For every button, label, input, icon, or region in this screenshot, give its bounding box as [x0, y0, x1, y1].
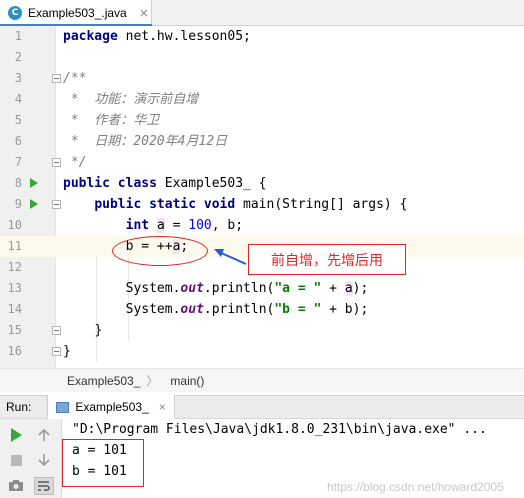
code-token: a [156, 218, 165, 233]
run-panel-header: Run: Example503_ × [0, 395, 524, 419]
code-token: int [125, 218, 150, 233]
camera-icon[interactable] [8, 477, 24, 493]
console-command: "D:\Program Files\Java\jdk1.8.0_231\bin\… [72, 422, 487, 437]
code-line: 4 * 功能：演示前自增 [0, 89, 524, 110]
code-line: 15 } [0, 320, 524, 341]
rerun-icon[interactable] [8, 427, 24, 443]
run-class-icon[interactable] [30, 178, 38, 188]
editor-tab-title: Example503_.java [28, 6, 127, 20]
code-line: 16 } [0, 341, 524, 362]
code-token: "b = " [274, 302, 322, 317]
code-token: a [344, 281, 353, 296]
annotation-note: 前自增，先增后用 [248, 244, 406, 275]
console-icon [56, 401, 70, 413]
code-line: 13 System.out.println("a = " + a); [0, 278, 524, 299]
code-token: } [63, 344, 71, 359]
code-token: Example503_ { [156, 176, 267, 191]
code-line: 2 [0, 47, 524, 68]
line-number: 1 [14, 29, 22, 43]
code-line: 7 */ [0, 152, 524, 173]
run-tab[interactable]: Example503_ × [47, 395, 175, 419]
line-number: 9 [14, 197, 22, 211]
code-token: .println( [203, 302, 275, 317]
line-number: 2 [14, 50, 22, 64]
code-line: 5 * 作者：华卫 [0, 110, 524, 131]
code-line: 10 int a = 100, b; [0, 215, 524, 236]
code-line: 8 public class Example503_ { [0, 173, 524, 194]
fold-icon[interactable] [52, 158, 61, 167]
code-line: 1 package net.hw.lesson05; [0, 26, 524, 47]
code-token: } [94, 323, 103, 338]
code-line: 3 /** [0, 68, 524, 89]
line-number: 13 [7, 281, 22, 295]
stop-icon[interactable] [8, 452, 24, 468]
code-token: out [180, 281, 204, 296]
line-number: 6 [14, 134, 22, 148]
code-line: 9 public static void main(String[] args)… [0, 194, 524, 215]
code-token: "a = " [274, 281, 322, 296]
breadcrumb-class[interactable]: Example503_ [67, 374, 140, 388]
code-token: out [180, 302, 204, 317]
line-number: 11 [7, 239, 22, 253]
comment-text: */ [63, 155, 87, 170]
code-token: .println( [203, 281, 275, 296]
console-output[interactable]: "D:\Program Files\Java\jdk1.8.0_231\bin\… [62, 419, 524, 498]
code-token: public static void [94, 197, 236, 212]
close-tab-icon[interactable]: × [139, 6, 149, 20]
comment-text: * 作者：华卫 [63, 113, 160, 128]
line-number: 3 [14, 71, 22, 85]
up-arrow-icon[interactable] [36, 427, 52, 443]
soft-wrap-icon[interactable] [34, 477, 54, 495]
code-token: net.hw.lesson05; [117, 29, 251, 44]
line-number: 12 [7, 260, 22, 274]
annotation-ellipse [112, 236, 208, 266]
fold-icon[interactable] [52, 326, 61, 335]
output-highlight-box [62, 439, 144, 487]
editor-tab-bar: C Example503_.java × [0, 0, 524, 27]
code-token: System. [125, 302, 181, 317]
fold-icon[interactable] [52, 200, 61, 209]
chevron-right-icon: 〉 [146, 374, 159, 388]
line-number: 5 [14, 113, 22, 127]
code-token: System. [125, 281, 181, 296]
code-token: main(String[] args) { [235, 197, 408, 212]
breadcrumb-method[interactable]: main() [170, 374, 204, 388]
comment-text: * 功能：演示前自增 [63, 92, 199, 107]
code-token: , b; [211, 218, 244, 233]
run-panel-label: Run: [6, 400, 32, 414]
annotation-arrow-icon [214, 249, 247, 265]
run-toolbar [0, 419, 62, 498]
line-number: 4 [14, 92, 22, 106]
watermark: https://blog.csdn.net/howard2005 [327, 480, 504, 494]
code-token: package [63, 29, 118, 44]
line-number: 14 [7, 302, 22, 316]
line-number: 15 [7, 323, 22, 337]
down-arrow-icon[interactable] [36, 452, 52, 468]
code-line: 6 * 日期：2020年4月12日 [0, 131, 524, 152]
java-class-icon: C [8, 6, 22, 20]
run-tab-title: Example503_ [75, 400, 149, 414]
editor-tab[interactable]: C Example503_.java × [0, 0, 152, 27]
code-editor[interactable]: 1 package net.hw.lesson05; 2 3 /** 4 * 功… [0, 26, 524, 368]
line-number: 10 [7, 218, 22, 232]
code-token: ); [352, 281, 369, 296]
comment-text: * 日期：2020年4月12日 [63, 134, 228, 149]
code-token: + [321, 281, 345, 296]
code-token: public class [63, 176, 157, 191]
code-token: 100 [188, 218, 212, 233]
line-number: 16 [7, 344, 22, 358]
fold-icon[interactable] [52, 347, 61, 356]
fold-icon[interactable] [52, 74, 61, 83]
line-number: 8 [14, 176, 22, 190]
comment-text: /** [63, 71, 87, 86]
line-number: 7 [14, 155, 22, 169]
code-token: + b); [321, 302, 369, 317]
close-icon[interactable]: × [159, 400, 166, 414]
code-line: 14 System.out.println("b = " + b); [0, 299, 524, 320]
breadcrumb: Example503_ 〉 main() [0, 368, 524, 392]
code-token: = [164, 218, 189, 233]
run-main-icon[interactable] [30, 199, 38, 209]
